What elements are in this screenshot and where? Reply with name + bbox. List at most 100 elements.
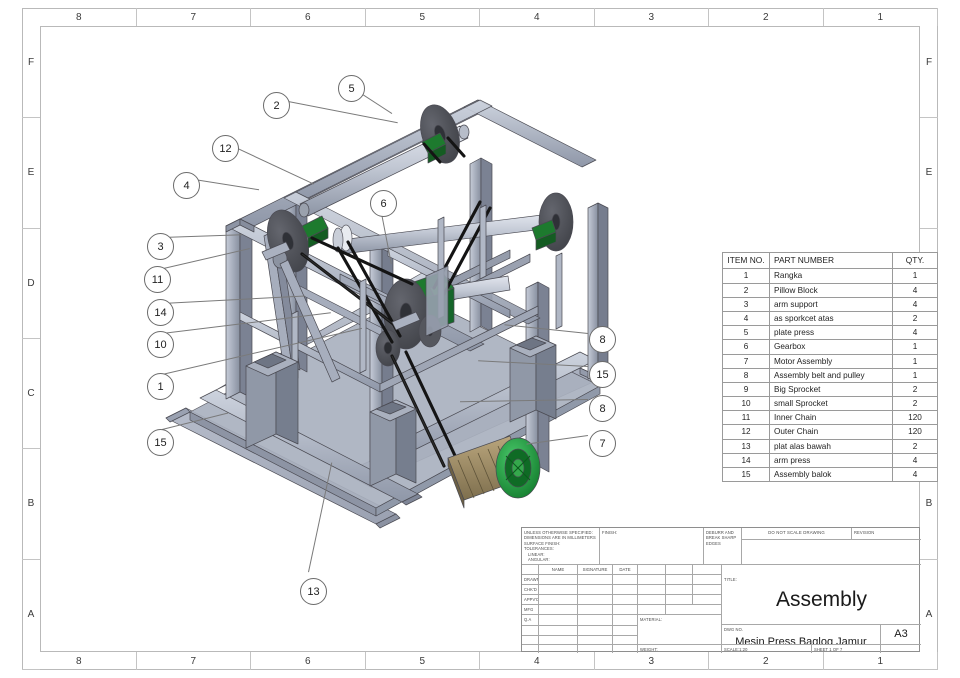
table-row: 2 Pillow Block 4 <box>722 282 938 298</box>
bom-cell-part: Outer Chain <box>769 424 893 440</box>
weight-label: WEIGHT: <box>640 646 658 652</box>
revision-label: REVISION <box>854 529 875 535</box>
balloon-callout-8[interactable]: 8 <box>589 326 616 353</box>
sheet-trailing-cell <box>881 645 921 653</box>
zone-marker-F: F <box>22 8 40 119</box>
balloon-callout-6[interactable]: 6 <box>370 190 397 217</box>
bom-cell-qty: 1 <box>892 268 938 284</box>
balloon-callout-8[interactable]: 8 <box>589 395 616 422</box>
bom-cell-qty: 1 <box>892 367 938 383</box>
zone-marker-D: D <box>22 229 40 339</box>
bom-cell-item: 1 <box>722 268 770 284</box>
bom-cell-qty: 120 <box>892 424 938 440</box>
table-row: 8 Assembly belt and pulley 1 <box>722 367 938 383</box>
zone-marker-A: A <box>22 560 40 670</box>
revision-cell[interactable]: REVISION <box>852 528 921 540</box>
bom-cell-qty: 1 <box>892 339 938 355</box>
table-row: 6 Gearbox 1 <box>722 339 938 355</box>
bom-cell-qty: 4 <box>892 296 938 312</box>
bom-cell-item: 6 <box>722 339 770 355</box>
bom-cell-item: 4 <box>722 310 770 327</box>
zone-marker-E: E <box>22 118 40 229</box>
balloon-callout-10[interactable]: 10 <box>147 331 174 358</box>
dwg-no-cell: DWG NO. Mesin Press Baglog Jamur <box>722 625 881 645</box>
bom-cell-qty: 2 <box>892 310 938 327</box>
blank-row-3-b <box>539 645 578 653</box>
bom-cell-part: plat alas bawah <box>769 438 893 454</box>
bom-cell-part: Assembly balok <box>769 467 893 483</box>
bom-cell-item: 10 <box>722 396 770 412</box>
sheet-number-cell: SHEET 1 OF 7 <box>812 645 881 653</box>
balloon-callout-5[interactable]: 5 <box>338 75 365 102</box>
bom-header-item: ITEM NO. <box>722 251 770 270</box>
table-row: 13 plat alas bawah 2 <box>722 438 938 454</box>
bom-cell-item: 11 <box>722 410 770 426</box>
bom-cell-item: 15 <box>722 467 770 483</box>
table-row: 7 Motor Assembly 1 <box>722 353 938 369</box>
bom-cell-item: 9 <box>722 381 770 398</box>
bom-cell-part: Assembly belt and pulley <box>769 367 893 383</box>
table-row: 9 Big Sprocket 2 <box>722 381 938 398</box>
bom-cell-qty: 2 <box>892 438 938 454</box>
zone-marker-5: 5 <box>366 8 480 26</box>
bom-cell-part: plate press <box>769 325 893 341</box>
bom-cell-qty: 2 <box>892 381 938 398</box>
bom-cell-part: Gearbox <box>769 339 893 355</box>
zone-marker-2: 2 <box>709 8 824 26</box>
balloon-callout-14[interactable]: 14 <box>147 299 174 326</box>
zone-marker-7: 7 <box>137 8 251 26</box>
bom-cell-item: 7 <box>722 353 770 369</box>
zone-marker-3: 3 <box>595 652 709 670</box>
bom-cell-part: Motor Assembly <box>769 353 893 369</box>
title-cell: TITLE: Assembly <box>722 575 921 625</box>
bom-cell-item: 12 <box>722 424 770 440</box>
balloon-callout-2[interactable]: 2 <box>263 92 290 119</box>
balloon-callout-13[interactable]: 13 <box>300 578 327 605</box>
dwg-no-value: Mesin Press Baglog Jamur <box>735 636 867 645</box>
balloon-callout-12[interactable]: 12 <box>212 135 239 162</box>
zone-marker-B: B <box>22 449 40 560</box>
balloon-callout-11[interactable]: 11 <box>144 266 171 293</box>
bom-cell-part: arm support <box>769 296 893 312</box>
blank-row-3-a <box>522 645 539 653</box>
bom-header-part: PART NUMBER <box>769 251 893 270</box>
do-not-scale-label: DO NOT SCALE DRAWING <box>768 529 825 535</box>
balloon-callout-15[interactable]: 15 <box>147 429 174 456</box>
table-row: 14 arm press 4 <box>722 452 938 469</box>
revision-value-cell[interactable] <box>742 540 921 565</box>
zone-marker-6: 6 <box>251 8 366 26</box>
bom-cell-qty: 120 <box>892 410 938 426</box>
table-row: 10 small Sprocket 2 <box>722 396 938 412</box>
bom-cell-part: Big Sprocket <box>769 381 893 398</box>
title-label: TITLE: <box>724 576 737 582</box>
bom-cell-item: 5 <box>722 325 770 341</box>
zone-marker-E: E <box>920 118 938 229</box>
table-row: 1 Rangka 1 <box>722 268 938 284</box>
drawing-sheet: 87654321 87654321 FEDCBA FEDCBA <box>0 0 960 678</box>
balloon-callout-4[interactable]: 4 <box>173 172 200 199</box>
bom-cell-part: arm press <box>769 452 893 469</box>
weight-cell[interactable]: WEIGHT: <box>638 645 722 653</box>
balloon-callout-7[interactable]: 7 <box>589 430 616 457</box>
table-row: 3 arm support 4 <box>722 296 938 312</box>
bom-cell-part: as sporkcet atas <box>769 310 893 327</box>
balloon-callout-1[interactable]: 1 <box>147 373 174 400</box>
table-row: 12 Outer Chain 120 <box>722 424 938 440</box>
bom-cell-part: small Sprocket <box>769 396 893 412</box>
sheet-size-value: A3 <box>894 628 908 641</box>
blank-row-3-d <box>613 645 638 653</box>
sheet-size-cell: A3 <box>881 625 921 645</box>
bom-cell-part: Inner Chain <box>769 410 893 426</box>
blank-row-3-c <box>578 645 613 653</box>
scale-value: SCALE:1:20 <box>724 646 748 652</box>
balloon-callout-15[interactable]: 15 <box>589 361 616 388</box>
bom-cell-qty: 1 <box>892 353 938 369</box>
balloon-callout-3[interactable]: 3 <box>147 233 174 260</box>
zone-marker-6: 6 <box>251 652 366 670</box>
bom-cell-qty: 4 <box>892 452 938 469</box>
bom-header-qty: QTY. <box>892 251 938 270</box>
bom-cell-qty: 4 <box>892 325 938 341</box>
zone-marker-3: 3 <box>595 8 709 26</box>
table-row: 5 plate press 4 <box>722 325 938 341</box>
bom-cell-item: 13 <box>722 438 770 454</box>
